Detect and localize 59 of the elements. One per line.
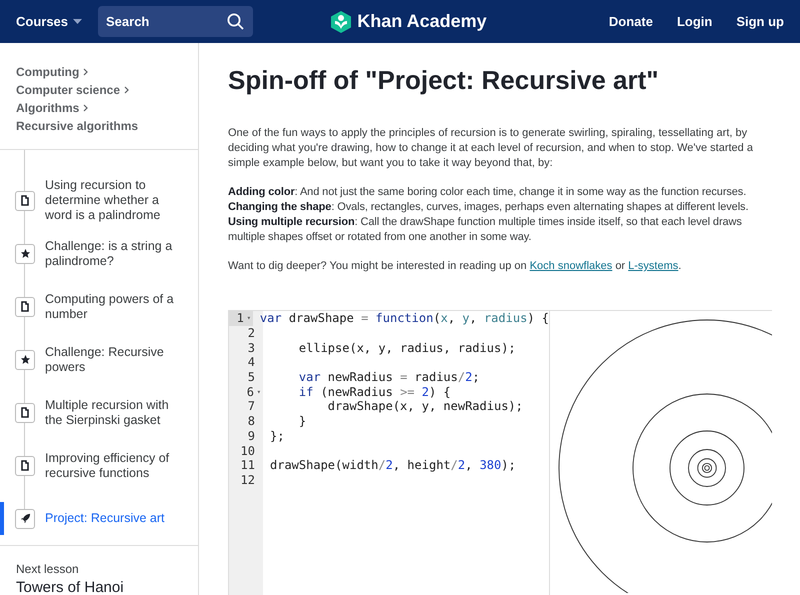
line-number: 10 — [240, 443, 256, 458]
code-line: }; — [269, 428, 284, 443]
document-icon — [20, 407, 30, 418]
document-icon — [20, 460, 30, 471]
rocket-icon — [20, 513, 30, 524]
nav-link[interactable]: Sign up — [736, 14, 784, 29]
logo-text: Khan Academy — [357, 11, 487, 32]
dig-deeper-text: Want to dig deeper? You might be interested in reading up on Koch snowflakes or L-systems. — [228, 259, 682, 274]
lesson-item[interactable]: Computing powers of a number — [0, 280, 198, 333]
search-icon[interactable] — [227, 13, 244, 30]
code-line: var drawShape = function(x, y, radius) { — [258, 311, 549, 326]
code-line: var newRadius = radius/2; — [298, 370, 480, 384]
breadcrumb-link[interactable]: Computer science — [16, 81, 120, 99]
code-editor[interactable] — [228, 311, 550, 595]
next-lesson-label: Next lesson — [16, 562, 80, 576]
star-icon — [20, 248, 30, 259]
line-number: 11 — [240, 458, 256, 473]
breadcrumb-link[interactable]: Recursive algorithms — [16, 117, 138, 135]
code-line: } — [298, 414, 306, 428]
caret-icon — [73, 19, 82, 24]
logo-icon — [331, 10, 352, 32]
tip-text: Using multiple recursion: Call the drawShape function multiple times inside itself, so that each level draws multiple shapes offset or rotated from one another in some way. — [228, 215, 743, 245]
line-number: 4 — [246, 355, 256, 370]
document-icon — [20, 301, 30, 312]
line-number: 2 — [246, 326, 256, 340]
lesson-item[interactable]: Project: Recursive art — [0, 492, 198, 545]
code-line: if (newRadius >= 2) { — [298, 384, 451, 399]
code-line: drawShape(width/2, height/2, 380); — [269, 458, 516, 472]
lesson-item[interactable]: Challenge: is a string a palindrome? — [0, 227, 198, 280]
lesson-item[interactable]: Improving efficiency of recursive functions — [0, 439, 198, 492]
nav-link[interactable]: Donate — [608, 14, 653, 29]
tip-text: Adding color: And not just the same boring color each time, change it in some way as the function recurses. — [228, 185, 748, 200]
koch-link[interactable]: Koch snowflakes — [530, 260, 612, 272]
chevron-icon — [83, 68, 88, 76]
document-icon — [20, 195, 30, 206]
breadcrumb-link[interactable]: Algorithms — [16, 99, 80, 117]
lesson-item[interactable]: Challenge: Recursive powers — [0, 333, 198, 386]
line-number: 12 — [240, 472, 256, 488]
search-field[interactable]: Search — [98, 6, 253, 37]
line-number: 9 — [246, 428, 256, 444]
chevron-icon — [124, 86, 130, 94]
line-number: 3 — [246, 340, 256, 356]
courses-menu[interactable]: Courses — [16, 14, 98, 29]
line-number: 8 — [246, 414, 256, 428]
line-number: 5 — [246, 370, 256, 384]
lesson-item[interactable]: Using recursion to determine whether a word is a palindrome — [0, 174, 198, 227]
lesson-item[interactable]: Multiple recursion with the Sierpinski gasket — [0, 386, 198, 439]
next-lesson-link[interactable]: Towers of Hanoi — [16, 579, 182, 595]
line-number: 7 — [246, 399, 256, 414]
lsystems-link[interactable]: L-systems — [628, 260, 678, 272]
chevron-icon — [83, 104, 88, 112]
star-icon — [20, 354, 30, 365]
tip-text: Changing the shape: Ovals, rectangles, curves, images, perhaps even alternating shapes at different levels. — [228, 200, 750, 215]
breadcrumb-link[interactable]: Computing — [16, 63, 80, 81]
nav-link[interactable]: Login — [676, 14, 712, 29]
code-line: drawShape(x, y, newRadius); — [326, 399, 523, 414]
page-title: Spin-off of "Project: Recursive art" — [228, 65, 660, 96]
intro-paragraph: One of the fun ways to apply the principles of recursion is to generate swirling, spiraling, tessellating art, by deciding what you're drawing, how to change it at each level of recursion, and when to stop. We've started a simple example below, but want you to take it way beyond that, by: — [228, 126, 754, 171]
code-line: ellipse(x, y, radius, radius); — [298, 340, 516, 355]
